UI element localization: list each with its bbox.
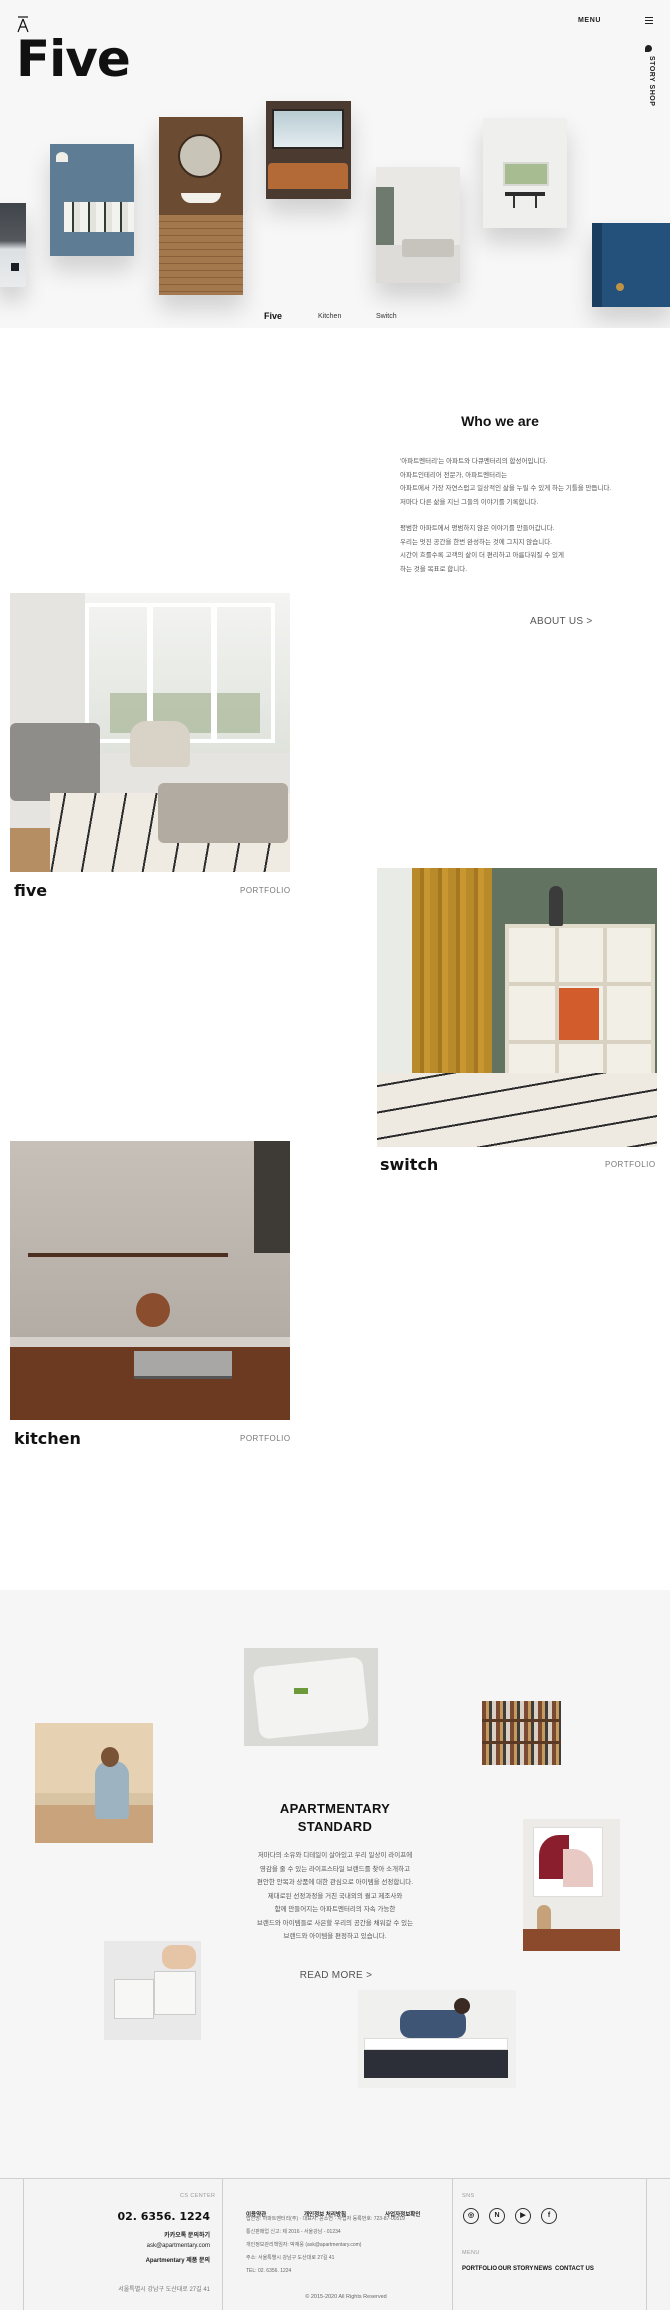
naver-icon[interactable]: N — [489, 2208, 505, 2224]
footer-address: 서울특별시 강남구 도산대로 27길 41 — [118, 2287, 210, 2293]
hamburger-menu-icon[interactable] — [645, 17, 653, 24]
footer-menu-label: MENU — [462, 2250, 480, 2256]
company-info-line: 개인정보관리책임자: 박재웅 (ask@apartmentary.com) — [246, 2242, 362, 2248]
product-image-art-console[interactable] — [523, 1819, 620, 1951]
standard-line: 영감을 줄 수 있는 라이프스타일 브랜드를 찾아 소개하고 — [259, 1865, 411, 1873]
product-inquiry-link[interactable]: Apartmentary 제품 문의 — [40, 2255, 210, 2264]
youtube-icon[interactable]: ▶ — [515, 2208, 531, 2224]
portfolio-tag-five[interactable]: PORTFOLIO — [240, 886, 291, 895]
hero-slider: Five MENU STORY SHOP Five Kitchen Switch — [0, 0, 670, 328]
portfolio-tag-switch[interactable]: PORTFOLIO — [605, 1160, 656, 1169]
slide-image-living-room[interactable] — [266, 101, 351, 199]
standard-title-line1: APARTMENTARY — [279, 1801, 391, 1816]
read-more-link[interactable]: READ MORE > — [291, 1970, 381, 1981]
cs-phone[interactable]: 02. 6356. 1224 — [60, 2210, 210, 2223]
footer-menu-portfolio[interactable]: PORTFOLIO — [462, 2266, 497, 2272]
hero-title: Five — [16, 30, 131, 88]
company-info-line: TEL: 02. 6356. 1224 — [246, 2268, 292, 2274]
footer-divider — [646, 2178, 647, 2310]
slide-image-dining[interactable] — [483, 118, 567, 228]
cs-email[interactable]: ask@apartmentary.com — [40, 2243, 210, 2249]
who-we-are-text: '아파트멘터리'는 아파트와 다큐멘터리의 합성어입니다. 아파트인테리어 전문… — [400, 455, 612, 576]
who-we-are-title: Who we are — [461, 413, 539, 429]
slide-image-lounge[interactable] — [376, 167, 460, 283]
product-image-bedroom-woman[interactable] — [35, 1723, 153, 1843]
cs-center-label: CS CENTER — [180, 2193, 216, 2199]
hero-tab-switch[interactable]: Switch — [376, 313, 397, 320]
standard-title: APARTMENTARY STANDARD — [250, 1800, 420, 1836]
who-line: '아파트멘터리'는 아파트와 다큐멘터리의 합성어입니다. — [400, 458, 548, 465]
company-info-line: 통신판매업 신고: 제 2016 - 서울강남 - 01234 — [246, 2229, 341, 2235]
footer-divider — [23, 2178, 24, 2310]
about-us-link[interactable]: ABOUT US > — [530, 616, 593, 627]
footer-menu-contact[interactable]: CONTACT US — [555, 2266, 594, 2272]
who-line: 시간이 흐를수록 고객의 삶이 더 편리하고 아름다워질 수 있게 — [400, 552, 564, 559]
slide-image-bathroom[interactable] — [159, 117, 243, 295]
who-line: 하는 것을 목표로 합니다. — [400, 565, 468, 573]
standard-line: 제대로된 선정과정을 거친 국내외의 퀄고 제조사와 — [267, 1892, 403, 1900]
footer-divider — [452, 2178, 453, 2310]
footer-menu-news[interactable]: NEWS — [534, 2266, 552, 2272]
portfolio-name-switch[interactable]: switch — [380, 1155, 438, 1174]
who-line: 평범한 아파트에서 평범하지 않은 이야기를 만들어갑니다. — [400, 525, 555, 532]
who-line: 아파트인테리어 전문가, 아파트멘터리는 — [400, 471, 508, 479]
who-line: 아파트에서 가장 자연스럽고 일상적인 삶을 누릴 수 있게 하는 기틀을 만듭… — [400, 485, 612, 492]
copyright: © 2015-2020 All Rights Reserved — [305, 2294, 387, 2300]
standard-line: 브랜드와 아이템을 편정하고 있습니다. — [283, 1933, 387, 1940]
portfolio-image-kitchen[interactable] — [10, 1141, 290, 1420]
standard-text: 저마다의 소유와 디테일이 살아있고 우리 일상이 라이프에 영감을 줄 수 있… — [230, 1849, 440, 1944]
footer-divider — [222, 2178, 223, 2310]
facebook-icon[interactable]: f — [541, 2208, 557, 2224]
who-line: 우리는 멋진 공간을 한번 완성하는 것에 그치지 않습니다. — [400, 538, 552, 546]
instagram-icon[interactable]: ◎ — [463, 2208, 479, 2224]
portfolio-image-switch[interactable] — [377, 868, 657, 1147]
slide-image-door[interactable] — [592, 223, 670, 307]
standard-line: 함께 만들어지는 아파트멘터리의 자속 가능한 — [274, 1906, 396, 1913]
menu-button-label[interactable]: MENU — [578, 17, 601, 24]
who-line: 저마다 다른 삶을 지닌 그들의 이야기를 기록합니다. — [400, 498, 539, 506]
standard-title-line2: STANDARD — [297, 1819, 373, 1834]
portfolio-name-kitchen[interactable]: kitchen — [14, 1429, 81, 1448]
hero-tab-kitchen[interactable]: Kitchen — [318, 313, 341, 320]
slide-image-edge[interactable] — [0, 203, 26, 287]
standard-line: 브랜드와 아이템들로 사은할 우리의 공간을 채워갈 수 있는 — [256, 1919, 414, 1927]
portfolio-tag-kitchen[interactable]: PORTFOLIO — [240, 1434, 291, 1443]
product-image-robe[interactable] — [244, 1648, 378, 1746]
company-info: 법인명: 아파트멘터리(주) · 대표자: 윤소연 · 사업자 등록번호: 72… — [246, 2213, 446, 2278]
story-shop-icon — [645, 45, 652, 52]
company-info-line: 주소: 서울특별시 강남구 도산대로 27길 41 — [246, 2255, 335, 2261]
slide-image-bedroom[interactable] — [50, 144, 134, 256]
hero-tab-five[interactable]: Five — [264, 311, 282, 321]
footer-menu-our-story[interactable]: OUR STORY — [498, 2266, 533, 2272]
product-image-tissue[interactable] — [104, 1941, 201, 2040]
standard-line: 편안한 안목과 상품에 대한 관심으로 아이템을 선정합니다. — [256, 1879, 414, 1886]
company-info-line: 법인명: 아파트멘터리(주) · 대표자: 윤소연 · 사업자 등록번호: 72… — [246, 2216, 405, 2222]
kakao-inquiry-link[interactable]: 카카오톡 문의하기 — [40, 2230, 210, 2239]
story-shop-link[interactable]: STORY SHOP — [648, 56, 655, 106]
portfolio-name-five[interactable]: five — [14, 881, 47, 900]
product-image-bookshelf[interactable] — [482, 1701, 561, 1765]
product-image-mattress[interactable] — [358, 1990, 516, 2088]
portfolio-image-five[interactable] — [10, 593, 290, 872]
standard-line: 저마다의 소유와 디테일이 살아있고 우리 일상이 라이프에 — [257, 1852, 413, 1859]
sns-label: SNS — [462, 2193, 475, 2199]
